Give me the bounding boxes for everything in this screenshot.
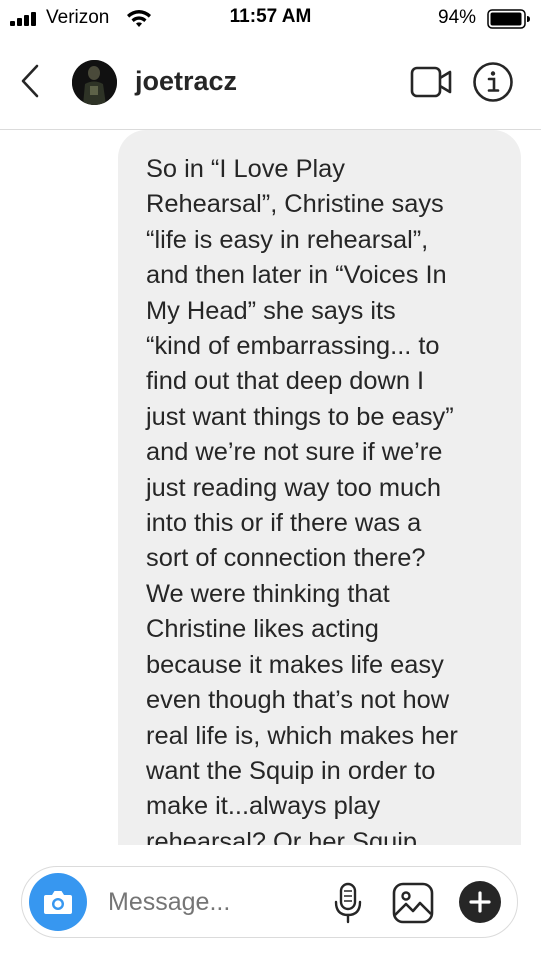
plus-icon	[469, 891, 491, 913]
back-chevron-icon[interactable]	[20, 64, 40, 98]
conversation-username[interactable]: joetracz	[135, 66, 237, 97]
message-input[interactable]	[108, 888, 308, 917]
message-thread[interactable]: So in “I Love Play Rehearsal”, Christine…	[0, 130, 541, 845]
status-bar: Verizon 11:57 AM 94%	[0, 0, 541, 36]
camera-button[interactable]	[29, 873, 87, 931]
plus-button[interactable]	[459, 881, 501, 923]
message-text: So in “I Love Play Rehearsal”, Christine…	[146, 155, 458, 845]
message-bubble[interactable]: So in “I Love Play Rehearsal”, Christine…	[118, 130, 521, 845]
battery-percentage: 94%	[438, 7, 477, 28]
video-call-icon[interactable]	[410, 64, 454, 100]
gallery-icon[interactable]	[392, 882, 434, 924]
message-composer	[21, 866, 518, 938]
info-icon[interactable]	[472, 61, 514, 103]
conversation-header: joetracz	[0, 36, 541, 130]
microphone-icon[interactable]	[333, 882, 363, 924]
avatar[interactable]	[72, 60, 117, 105]
battery-icon	[487, 9, 530, 29]
camera-icon	[44, 891, 72, 914]
profile-photo-icon	[72, 60, 117, 105]
